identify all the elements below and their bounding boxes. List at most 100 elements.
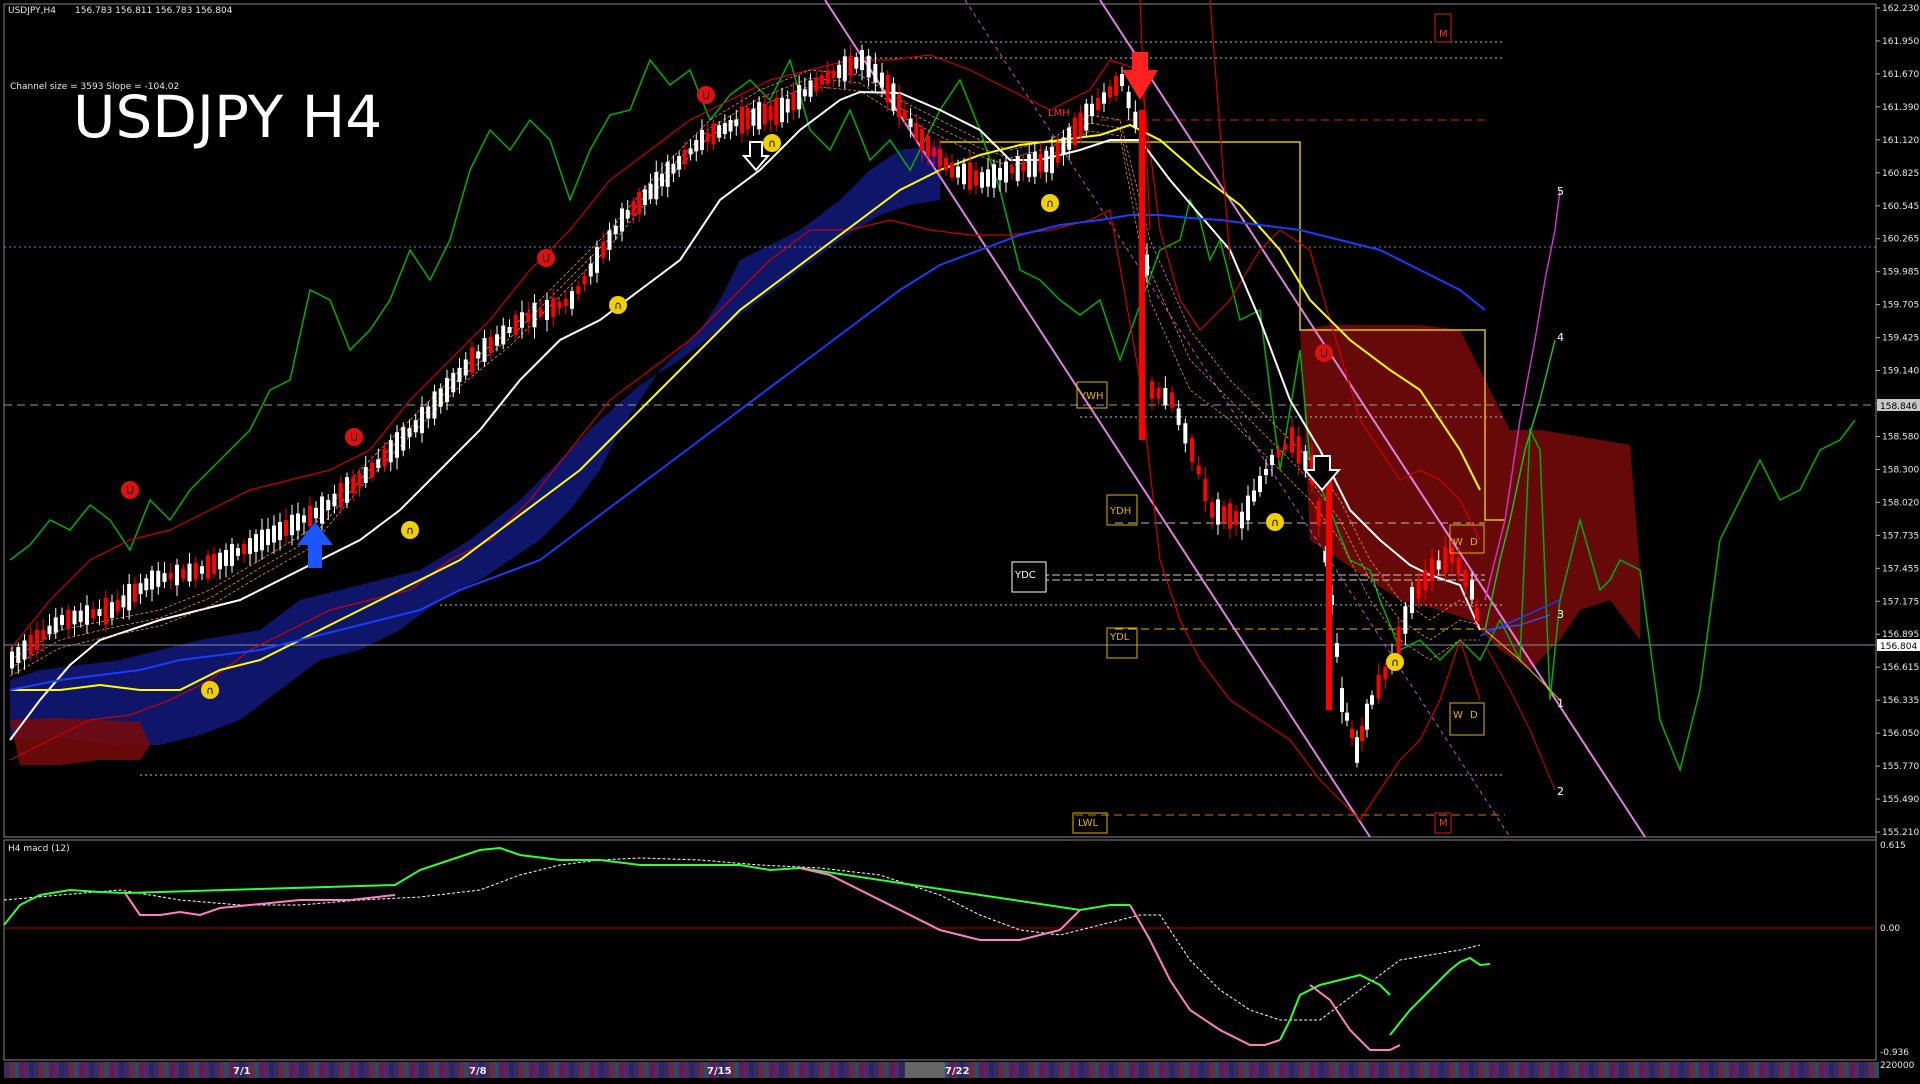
time-strip-cell [1199, 1062, 1204, 1078]
price-chart-canvas[interactable]: U U U U U ∩ ∩ ∩ ∩ ∩ ∩ ∩ YWH YDH YDL LWL … [0, 0, 1920, 1080]
time-strip-cell [1809, 1062, 1814, 1078]
time-strip-cell [1489, 1062, 1494, 1078]
time-strip-cell [599, 1062, 604, 1078]
candle-bear [1156, 387, 1161, 399]
d1-label: D [1470, 537, 1478, 548]
d2-label: D [1470, 710, 1478, 721]
time-strip-cell [344, 1062, 349, 1078]
time-strip-cell [764, 1062, 769, 1078]
candle-bear [968, 162, 972, 190]
svg-text:∩: ∩ [1271, 516, 1279, 529]
time-strip-cell [274, 1062, 279, 1078]
candle-bear [1396, 626, 1401, 654]
candle-bear [1283, 443, 1288, 450]
time-strip-cell [1484, 1062, 1489, 1078]
time-strip-cell [54, 1062, 59, 1078]
candle-bull [438, 388, 443, 407]
candle-bull [962, 163, 966, 185]
time-strip-cell [1554, 1062, 1559, 1078]
time-strip-cell [254, 1062, 259, 1078]
time-strip-cell [1014, 1062, 1019, 1078]
time-strip-cell [159, 1062, 164, 1078]
time-strip-cell [1329, 1062, 1334, 1078]
candle-bear [470, 347, 474, 373]
candle-bull [1004, 161, 1008, 183]
time-strip-cell [1064, 1062, 1069, 1078]
candle-bear [1108, 86, 1112, 98]
time-strip-cell [1049, 1062, 1054, 1078]
candle-bull [138, 583, 143, 594]
candle-bear [41, 630, 46, 640]
wave-1-label: 1 [1557, 697, 1564, 710]
macd-scale-zero: 0.00 [1880, 924, 1900, 934]
macd-line-up-3 [1389, 956, 1491, 1036]
time-strip-cell [499, 1062, 504, 1078]
candle-bear [825, 70, 830, 84]
time-strip-cell [369, 1062, 374, 1078]
time-strip-cell [489, 1062, 494, 1078]
time-strip-cell [1089, 1062, 1094, 1078]
current-price-value: 156.804 [1880, 642, 1917, 652]
candle-bear [1234, 511, 1238, 525]
time-strip-cell [324, 1062, 329, 1078]
time-strip-cell [1099, 1062, 1104, 1078]
candle-bull [401, 426, 406, 451]
time-strip-cell [759, 1062, 764, 1078]
candle-bull [728, 119, 733, 132]
candle-bull [224, 550, 228, 566]
candle-bull [1090, 103, 1094, 117]
time-strip-cell [744, 1062, 749, 1078]
candle-bear [370, 462, 374, 478]
time-strip-cell [149, 1062, 154, 1078]
time-strip-cell [604, 1062, 609, 1078]
time-strip-cell [419, 1062, 424, 1078]
time-strip-cell [1359, 1062, 1364, 1078]
candle-bull [22, 640, 27, 660]
time-strip-cell [1494, 1062, 1499, 1078]
candle-bear [168, 572, 173, 580]
time-strip-cell [1204, 1062, 1209, 1078]
time-strip-cell [329, 1062, 334, 1078]
candle-bull [837, 64, 842, 79]
time-strip-cell [89, 1062, 94, 1078]
price-axis: 162.230 161.950 161.670 161.390 161.120 160.8… [1876, 4, 1919, 838]
candle-bear [920, 128, 924, 152]
time-strip-cell [814, 1062, 819, 1078]
time-strip-cell [134, 1062, 139, 1078]
time-strip-cell [129, 1062, 134, 1078]
candle-bear [576, 286, 581, 294]
time-strip-cell [1814, 1062, 1819, 1078]
candle-bull [110, 602, 114, 618]
time-strip-cell [969, 1062, 974, 1078]
price-tick-label: 161.120 [1882, 136, 1919, 146]
candle-bear [932, 147, 936, 157]
time-strip-cell [1184, 1062, 1189, 1078]
time-strip-cell [24, 1062, 29, 1078]
time-strip-cell [1249, 1062, 1254, 1078]
time-strip-cell [1469, 1062, 1474, 1078]
time-strip-cell [1364, 1062, 1369, 1078]
candle-bear [1450, 547, 1454, 563]
candle-bull [1345, 712, 1349, 721]
time-strip-cell [1804, 1062, 1809, 1078]
candle-bull [1133, 111, 1138, 129]
candle-bull [854, 57, 859, 69]
price-tick-label: 155.210 [1882, 828, 1919, 838]
price-tick-label: 158.300 [1882, 465, 1919, 475]
time-strip-cell [574, 1062, 579, 1078]
time-strip-cell [1789, 1062, 1794, 1078]
time-strip-cell [69, 1062, 74, 1078]
time-strip-cell [1774, 1062, 1779, 1078]
candle-bull [1365, 703, 1369, 730]
time-strip-cell [1289, 1062, 1294, 1078]
time-strip-cell [1859, 1062, 1864, 1078]
time-strip-cell [1459, 1062, 1464, 1078]
scroll-thumb[interactable] [905, 1062, 945, 1078]
candle-bull [127, 583, 132, 611]
time-strip-cell [594, 1062, 599, 1078]
candle-bull [620, 208, 624, 232]
time-strip-cell [394, 1062, 399, 1078]
time-strip-cell [1209, 1062, 1214, 1078]
time-strip-cell [664, 1062, 669, 1078]
projection-red-down [1484, 644, 1556, 791]
